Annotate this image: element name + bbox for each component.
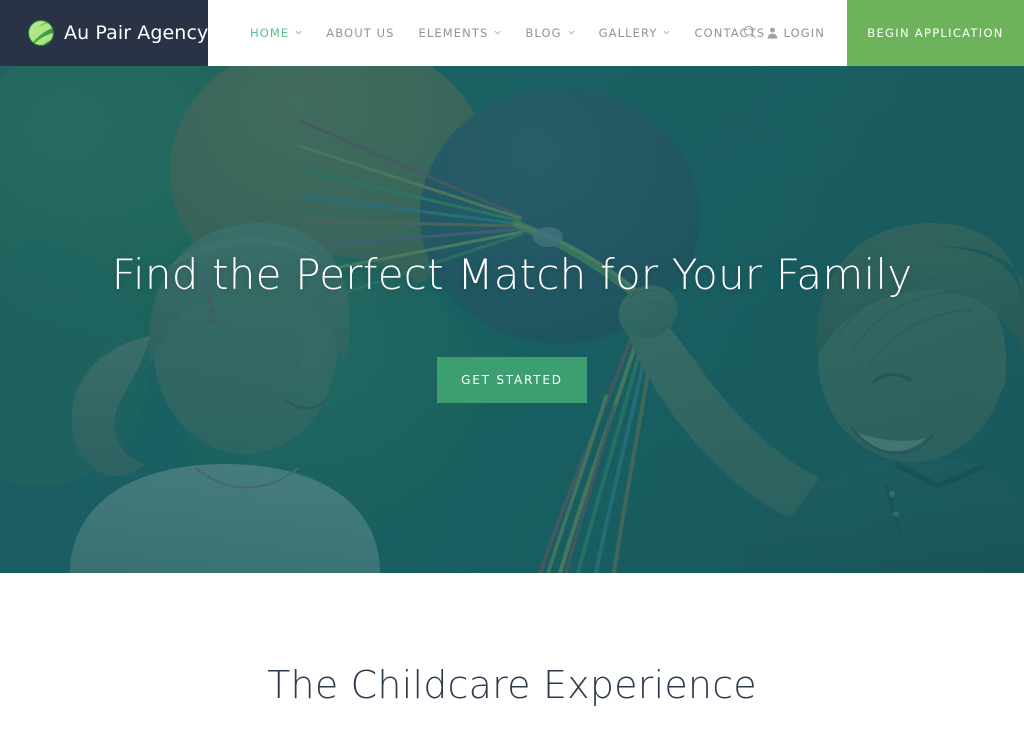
login-label: LOGIN: [783, 26, 825, 40]
chevron-down-icon: [663, 29, 670, 36]
nav-item-elements[interactable]: ELEMENTS: [407, 26, 514, 40]
nav-item-gallery-label: GALLERY: [598, 26, 658, 40]
primary-navigation: HOME ABOUT US ELEMENTS BLOG GALLERY CONT…: [208, 0, 1024, 66]
nav-item-elements-label: ELEMENTS: [418, 26, 489, 40]
search-button[interactable]: [737, 20, 763, 46]
get-started-button[interactable]: GET STARTED: [437, 357, 587, 404]
hero-banner: Find the Perfect Match for Your Family G…: [0, 66, 1024, 573]
logo-area[interactable]: Au Pair Agency: [0, 0, 208, 66]
nav-item-home[interactable]: HOME: [238, 26, 314, 40]
nav-item-blog[interactable]: BLOG: [513, 26, 586, 40]
nav-item-about-us-label: ABOUT US: [326, 26, 395, 40]
login-button[interactable]: LOGIN: [767, 24, 825, 43]
user-icon: [767, 24, 778, 43]
hero-content: Find the Perfect Match for Your Family G…: [0, 66, 1024, 573]
section-title: The Childcare Experience: [267, 663, 757, 707]
chevron-down-icon: [494, 29, 501, 36]
nav-item-about-us[interactable]: ABOUT US: [314, 26, 406, 40]
header-actions: LOGIN BEGIN APPLICATION: [737, 0, 1024, 66]
chevron-down-icon: [568, 29, 575, 36]
site-header: Au Pair Agency HOME ABOUT US ELEMENTS BL…: [0, 0, 1024, 66]
childcare-experience-section: The Childcare Experience: [0, 573, 1024, 745]
striped-sphere-icon: [28, 20, 54, 46]
nav-menu: HOME ABOUT US ELEMENTS BLOG GALLERY CONT…: [238, 26, 777, 40]
begin-application-button[interactable]: BEGIN APPLICATION: [847, 0, 1024, 66]
chevron-down-icon: [295, 29, 302, 36]
search-icon: [743, 24, 757, 43]
nav-item-home-label: HOME: [250, 26, 290, 40]
hero-title: Find the Perfect Match for Your Family: [111, 250, 913, 299]
nav-item-gallery[interactable]: GALLERY: [587, 26, 683, 40]
nav-item-blog-label: BLOG: [525, 26, 562, 40]
brand-name: Au Pair Agency: [64, 22, 209, 44]
